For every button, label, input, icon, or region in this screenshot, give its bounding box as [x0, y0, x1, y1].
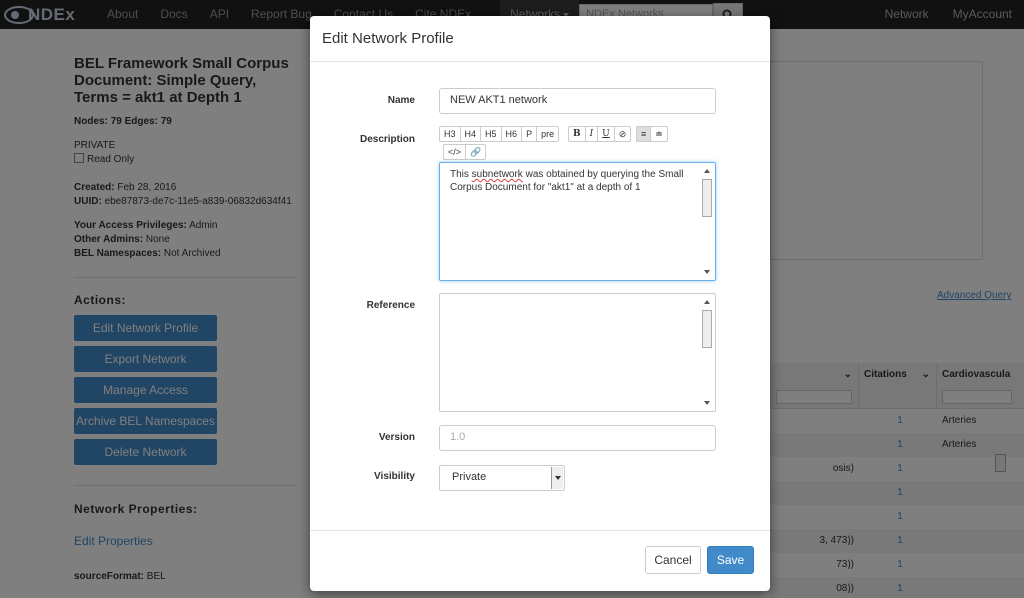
- format-buttons: B I U ⊘: [568, 126, 632, 142]
- description-scrollbar[interactable]: [701, 164, 714, 279]
- misspelled-word: subnetwork: [471, 169, 523, 180]
- description-text: This: [450, 169, 472, 180]
- paragraph-button[interactable]: P: [522, 127, 538, 141]
- modal-footer: Cancel Save: [310, 530, 770, 591]
- align-left-icon[interactable]: ≡: [637, 127, 652, 141]
- link-icon[interactable]: 🔗: [466, 145, 485, 159]
- modal-title: Edit Network Profile: [322, 30, 454, 47]
- h4-button[interactable]: H4: [461, 127, 482, 141]
- reference-label: Reference: [366, 300, 415, 311]
- cancel-button[interactable]: Cancel: [645, 546, 701, 574]
- scroll-up-icon[interactable]: [704, 300, 710, 304]
- version-label: Version: [378, 432, 415, 443]
- description-label: Description: [359, 134, 415, 145]
- name-label: Name: [387, 95, 415, 106]
- edit-network-profile-dialog: Edit Network Profile Name NEW AKT1 netwo…: [310, 16, 770, 591]
- align-buttons: ≡ ≐: [636, 126, 668, 142]
- description-editor[interactable]: This subnetwork was obtained by querying…: [439, 162, 716, 281]
- visibility-select[interactable]: Private: [439, 465, 565, 491]
- align-center-icon[interactable]: ≐: [651, 127, 667, 141]
- clear-format-icon[interactable]: ⊘: [615, 127, 631, 141]
- scroll-down-icon[interactable]: [704, 270, 710, 274]
- reference-editor[interactable]: [439, 293, 716, 412]
- visibility-selected-value: Private: [452, 471, 487, 483]
- h5-button[interactable]: H5: [481, 127, 502, 141]
- bold-button[interactable]: B: [569, 127, 586, 141]
- heading-buttons: H3 H4 H5 H6 P pre: [439, 126, 560, 142]
- version-input[interactable]: 1.0: [439, 425, 716, 451]
- h6-button[interactable]: H6: [502, 127, 523, 141]
- scroll-up-icon[interactable]: [704, 169, 710, 173]
- h3-button[interactable]: H3: [440, 127, 461, 141]
- dropdown-arrow-icon[interactable]: [551, 467, 563, 489]
- scrollbar-thumb[interactable]: [702, 179, 712, 217]
- extra-buttons: </> 🔗: [443, 144, 487, 160]
- scrollbar-thumb[interactable]: [702, 310, 712, 348]
- underline-button[interactable]: U: [598, 127, 615, 141]
- reference-scrollbar[interactable]: [701, 295, 714, 410]
- modal-header: Edit Network Profile: [310, 16, 770, 62]
- scroll-down-icon[interactable]: [704, 401, 710, 405]
- pre-button[interactable]: pre: [537, 127, 558, 141]
- html-source-icon[interactable]: </>: [444, 145, 467, 159]
- italic-button[interactable]: I: [586, 127, 599, 141]
- save-button[interactable]: Save: [707, 546, 754, 574]
- visibility-label: Visibility: [374, 471, 415, 482]
- name-input[interactable]: NEW AKT1 network: [439, 88, 716, 114]
